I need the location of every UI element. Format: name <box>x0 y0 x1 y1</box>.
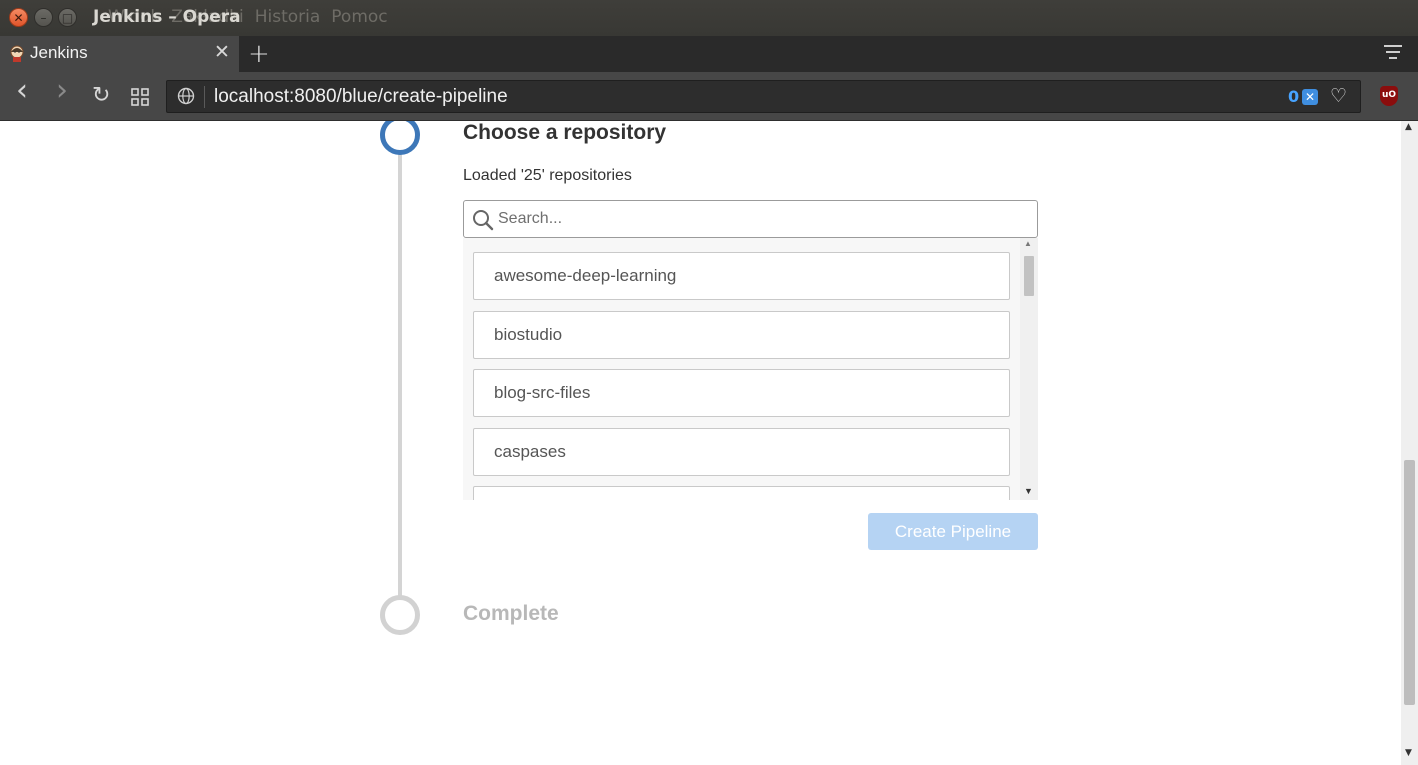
tab-close-icon[interactable]: ✕ <box>214 43 230 62</box>
page-scrollbar[interactable]: ▲ ▼ <box>1401 121 1418 765</box>
bookmark-heart-icon[interactable]: ♡ <box>1330 85 1347 107</box>
active-step-indicator <box>380 121 420 155</box>
tab-title: Jenkins <box>30 43 88 62</box>
back-icon[interactable]: ‹ <box>16 76 28 106</box>
menu-item-history[interactable]: Historia <box>255 7 321 27</box>
speed-dial-icon[interactable] <box>131 88 149 106</box>
window-close-button[interactable]: ✕ <box>9 8 28 27</box>
repository-search <box>463 200 1038 238</box>
search-icon <box>473 210 494 231</box>
tab-jenkins[interactable]: Jenkins ✕ <box>0 36 240 72</box>
step-title-choose-repository: Choose a repository <box>463 121 667 144</box>
page-content: Choose a repository Loaded '25' reposito… <box>0 121 1401 765</box>
repository-search-input[interactable] <box>498 205 1028 233</box>
tab-bar: Jenkins ✕ + <box>0 36 1418 72</box>
window-title: Jenkins – Opera <box>93 7 241 27</box>
jenkins-favicon-icon <box>10 45 24 62</box>
create-pipeline-button[interactable]: Create Pipeline <box>868 513 1038 550</box>
url-bar[interactable]: localhost:8080/blue/create-pipeline 0 ✕ … <box>166 80 1361 113</box>
wizard-step-rail <box>398 135 402 620</box>
repository-item[interactable]: awesome-deep-learning <box>473 252 1010 300</box>
menu-item-help[interactable]: Pomoc <box>331 7 387 27</box>
tab-menu-icon[interactable] <box>1384 45 1402 63</box>
blocked-ads-count: 0 <box>1288 87 1300 106</box>
reload-icon[interactable]: ↻ <box>92 84 110 108</box>
url-separator <box>204 86 205 108</box>
scroll-up-arrow-icon[interactable]: ▲ <box>1024 239 1032 248</box>
globe-icon <box>177 87 195 105</box>
repository-list-scrollbar[interactable]: ▲ ▼ <box>1020 238 1038 500</box>
window-minimize-button[interactable]: – <box>34 8 53 27</box>
repository-item[interactable]: blog-src-files <box>473 369 1010 417</box>
scroll-down-arrow-icon[interactable]: ▼ <box>1024 486 1033 496</box>
forward-icon[interactable]: › <box>56 76 68 106</box>
navigation-bar: ‹ › ↻ localhost:8080/blue/create-pipelin… <box>0 72 1418 121</box>
page-scroll-down-icon[interactable]: ▼ <box>1405 748 1412 758</box>
window-maximize-button[interactable]: □ <box>58 8 77 27</box>
page-scrollbar-thumb[interactable] <box>1404 460 1415 705</box>
repositories-loaded-text: Loaded '25' repositories <box>463 167 632 184</box>
page-scroll-up-icon[interactable]: ▲ <box>1405 122 1412 132</box>
repository-item[interactable]: caspases <box>473 428 1010 476</box>
repository-list: awesome-deep-learning biostudio blog-src… <box>463 238 1038 500</box>
repository-item[interactable]: ... <box>473 486 1010 500</box>
pending-step-indicator <box>380 595 420 635</box>
repository-item[interactable]: biostudio <box>473 311 1010 359</box>
url-text[interactable]: localhost:8080/blue/create-pipeline <box>214 86 508 108</box>
step-title-complete: Complete <box>463 602 559 625</box>
window-titlebar: ✕ – □ Widok Zakładki Historia Pomoc Jenkins… <box>0 0 1418 36</box>
ublock-extension-icon[interactable]: uO <box>1380 86 1398 106</box>
scrollbar-thumb[interactable] <box>1024 256 1034 296</box>
new-tab-button[interactable]: + <box>248 39 270 69</box>
ad-block-shield-icon[interactable]: ✕ <box>1302 89 1318 105</box>
